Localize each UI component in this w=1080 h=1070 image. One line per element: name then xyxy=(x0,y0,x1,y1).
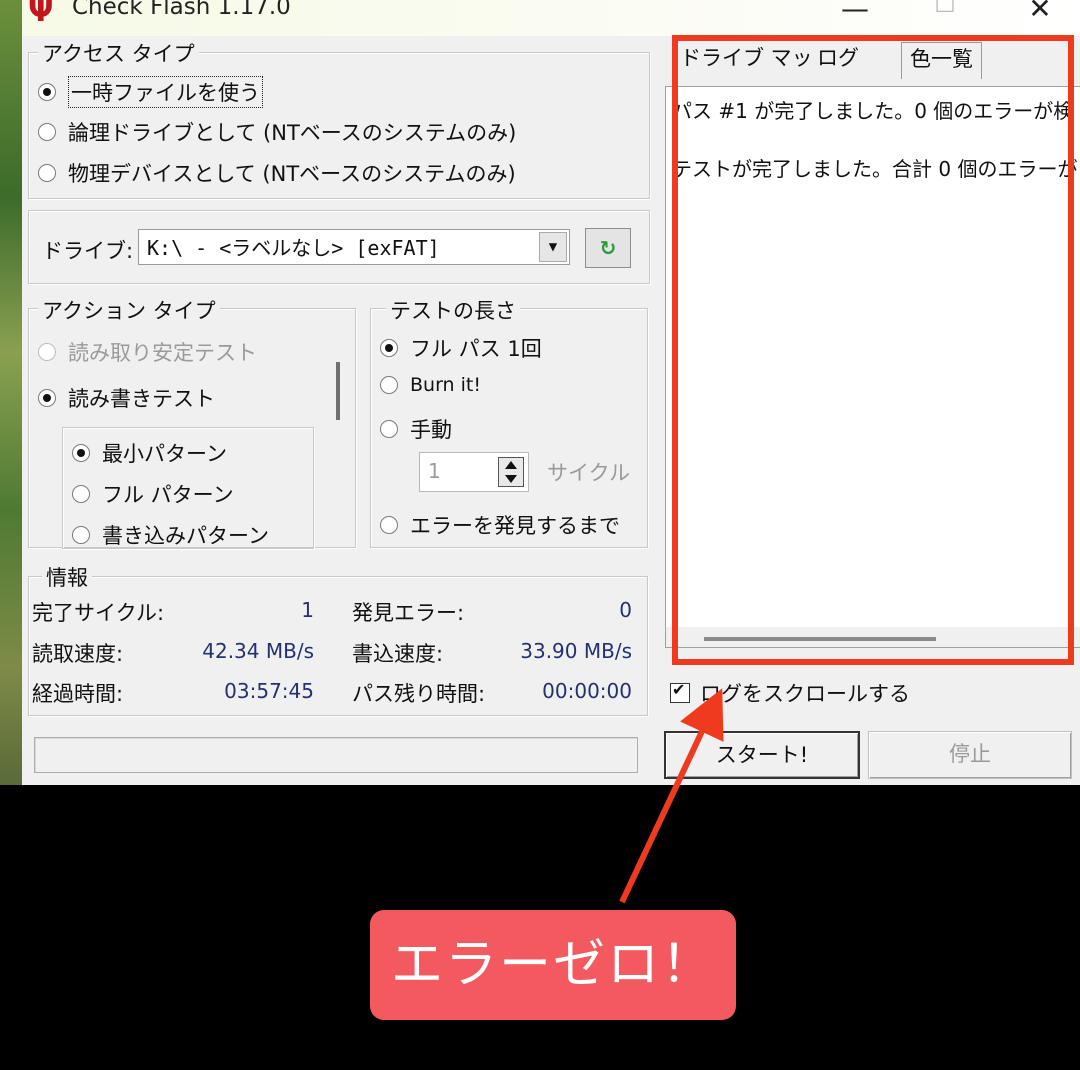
elapsed-time-label: 経過時間: xyxy=(32,682,124,706)
radio-label: 物理デバイスとして (NTベースのシステムのみ) xyxy=(68,162,516,186)
refresh-icon: ↻ xyxy=(599,236,617,260)
radio-dot xyxy=(380,376,398,394)
pass-remaining-label: パス残り時間: xyxy=(352,682,486,706)
radio-dot xyxy=(38,164,56,182)
scroll-log-label: ログをスクロールする xyxy=(700,682,910,706)
radio-burn-it[interactable]: Burn it! xyxy=(380,374,481,396)
radio-dot xyxy=(380,516,398,534)
completed-cycles-label: 完了サイクル: xyxy=(32,601,165,625)
radio-label: 最小パターン xyxy=(102,442,227,466)
test-length-legend: テストの長さ xyxy=(386,295,520,325)
cycles-value: 1 xyxy=(428,459,441,483)
app-logo-icon: Ψ xyxy=(28,0,54,29)
spin-updown-icon[interactable] xyxy=(498,457,524,487)
drive-select[interactable]: K:\ - <ラベルなし> [exFAT] ▼ xyxy=(138,229,570,265)
close-button[interactable]: ✕ xyxy=(1015,0,1065,32)
cycles-stepper[interactable]: 1 xyxy=(419,452,529,492)
write-speed-value: 33.90 MB/s xyxy=(520,639,632,663)
radio-label: 読み取り安定テスト xyxy=(68,341,257,365)
desktop-background xyxy=(0,0,22,785)
radio-dot xyxy=(38,83,56,101)
window-title: Check Flash 1.17.0 xyxy=(72,0,291,20)
write-speed-label: 書込速度: xyxy=(352,642,444,666)
action-scrollbar-thumb[interactable] xyxy=(336,362,340,420)
radio-label: フル パス 1回 xyxy=(410,337,542,361)
radio-dot xyxy=(38,389,56,407)
checkbox-box[interactable] xyxy=(670,680,690,703)
errors-found-value: 0 xyxy=(619,598,632,622)
radio-min-pattern[interactable]: 最小パターン xyxy=(72,438,227,468)
chevron-down-icon[interactable]: ▼ xyxy=(539,232,567,262)
radio-dot xyxy=(72,444,90,462)
radio-label: フル パターン xyxy=(102,483,234,507)
start-button[interactable]: スタート! xyxy=(664,731,860,779)
radio-label: 論理ドライブとして (NTベースのシステムのみ) xyxy=(68,121,517,145)
action-type-legend: アクション タイプ xyxy=(38,295,220,325)
drive-label: ドライブ: xyxy=(42,239,134,263)
drive-select-value: K:\ - <ラベルなし> [exFAT] xyxy=(147,236,440,260)
read-speed-label: 読取速度: xyxy=(32,642,124,666)
radio-label: 一時ファイルを使う xyxy=(68,76,263,108)
access-type-legend: アクセス タイプ xyxy=(38,38,199,68)
radio-write-pattern[interactable]: 書き込みパターン xyxy=(72,520,269,550)
maximize-button[interactable]: ☐ xyxy=(920,0,970,30)
radio-label: 書き込みパターン xyxy=(102,524,269,548)
radio-dot xyxy=(38,123,56,141)
scroll-log-checkbox[interactable]: ログをスクロールする xyxy=(670,678,910,708)
progress-bar xyxy=(34,737,638,773)
pass-remaining-value: 00:00:00 xyxy=(542,679,632,703)
radio-label: Burn it! xyxy=(410,374,481,396)
minimize-button[interactable]: — xyxy=(830,0,880,32)
radio-dot xyxy=(72,526,90,544)
radio-dot xyxy=(72,485,90,503)
radio-dot xyxy=(38,343,56,361)
radio-temp-file[interactable]: 一時ファイルを使う xyxy=(38,76,263,108)
radio-read-write-test[interactable]: 読み書きテスト xyxy=(38,383,215,413)
read-speed-value: 42.34 MB/s xyxy=(202,639,314,663)
info-legend: 情報 xyxy=(42,562,92,592)
radio-dot xyxy=(380,420,398,438)
errors-found-label: 発見エラー: xyxy=(352,601,465,625)
radio-dot xyxy=(380,339,398,357)
elapsed-time-value: 03:57:45 xyxy=(224,679,314,703)
refresh-drives-button[interactable]: ↻ xyxy=(585,228,631,268)
radio-physical-device[interactable]: 物理デバイスとして (NTベースのシステムのみ) xyxy=(38,158,516,188)
completed-cycles-value: 1 xyxy=(301,598,314,622)
radio-full-pass-once[interactable]: フル パス 1回 xyxy=(380,333,542,363)
log-highlight-box xyxy=(672,35,1074,665)
radio-full-pattern[interactable]: フル パターン xyxy=(72,479,234,509)
stop-button[interactable]: 停止 xyxy=(868,731,1072,779)
radio-read-stability-test[interactable]: 読み取り安定テスト xyxy=(38,337,257,367)
radio-logical-drive[interactable]: 論理ドライブとして (NTベースのシステムのみ) xyxy=(38,117,516,147)
radio-label: エラーを発見するまで xyxy=(410,514,620,538)
radio-until-error[interactable]: エラーを発見するまで xyxy=(380,510,620,540)
radio-label: 手動 xyxy=(410,418,452,442)
annotation-callout: エラーゼロ！ xyxy=(370,910,736,1020)
radio-label: 読み書きテスト xyxy=(68,387,215,411)
cycles-label: サイクル xyxy=(547,461,630,485)
title-bar: Ψ Check Flash 1.17.0 — ☐ ✕ xyxy=(22,0,1080,36)
radio-manual[interactable]: 手動 xyxy=(380,414,452,444)
